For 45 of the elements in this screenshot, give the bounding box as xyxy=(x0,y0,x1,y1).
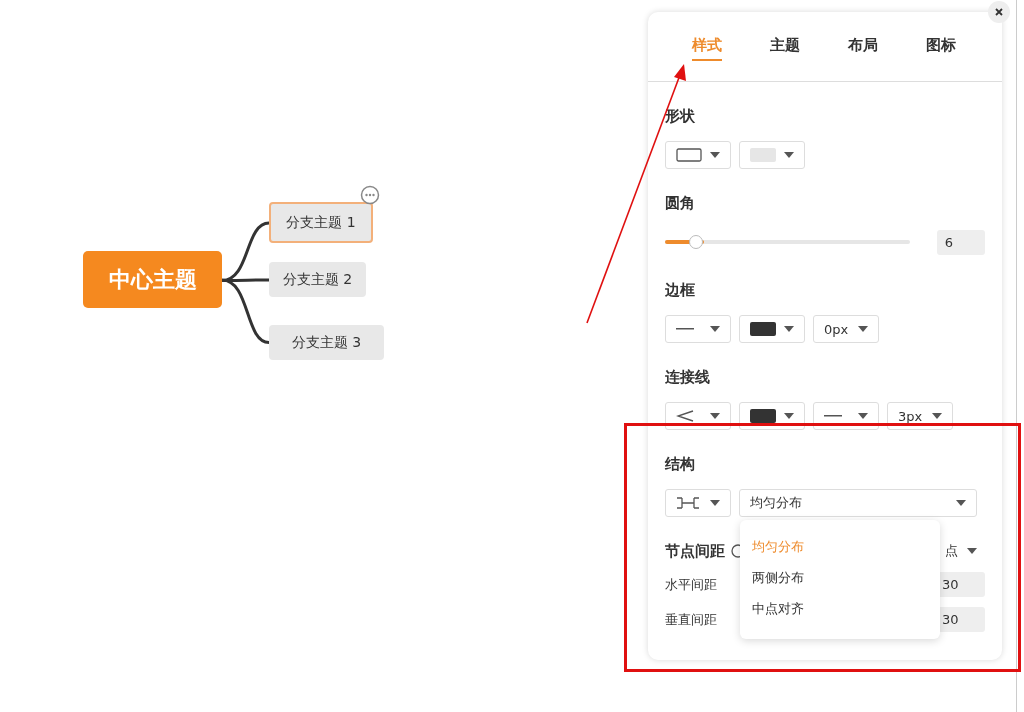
dropdown-select[interactable] xyxy=(739,315,805,343)
dropdown-select[interactable] xyxy=(813,402,879,430)
more-icon[interactable] xyxy=(360,185,380,205)
section-title: 边框 xyxy=(665,280,696,301)
dropdown-select[interactable] xyxy=(665,402,731,430)
caret-icon xyxy=(967,548,977,554)
tab[interactable]: 图标 xyxy=(926,36,956,61)
dropdown-select[interactable] xyxy=(665,315,731,343)
value-field[interactable]: 6 xyxy=(936,229,985,255)
close-icon xyxy=(995,8,1003,16)
caret-icon xyxy=(784,326,794,332)
dropdown-select[interactable]: 3px xyxy=(887,402,953,430)
branch-topic[interactable]: 分支主题 2 xyxy=(269,262,366,297)
dropdown-select[interactable]: 0px xyxy=(813,315,879,343)
solid-line-icon xyxy=(824,415,842,417)
field-label: 水平间距 xyxy=(665,575,717,594)
section-title: 圆角 xyxy=(665,193,696,214)
caret-icon xyxy=(710,152,720,158)
section-title: 结构 xyxy=(665,454,696,475)
section-title: 节点间距 xyxy=(665,541,725,562)
caret-icon xyxy=(858,326,868,332)
branch-topic[interactable]: 分支主题 3 xyxy=(269,325,384,360)
section-title: 形状 xyxy=(665,106,696,127)
caret-icon xyxy=(858,413,868,419)
caret-icon xyxy=(956,500,966,506)
caret-icon xyxy=(710,500,720,506)
branch-line-icon xyxy=(676,410,694,422)
tab[interactable]: 主题 xyxy=(770,36,800,61)
branch-topic[interactable]: 分支主题 1 xyxy=(269,202,373,243)
caret-icon xyxy=(710,413,720,419)
rectangle-shape-icon xyxy=(676,148,702,162)
option-label[interactable]: 点 xyxy=(945,542,958,560)
caret-icon xyxy=(932,413,942,419)
caret-icon xyxy=(784,152,794,158)
field-label: 垂直间距 xyxy=(665,610,717,629)
caret-icon xyxy=(710,326,720,332)
dropdown-select[interactable] xyxy=(739,402,805,430)
slider-handle[interactable] xyxy=(689,235,704,249)
caret-icon xyxy=(784,413,794,419)
section-title: 连接线 xyxy=(665,367,711,388)
close-button[interactable] xyxy=(988,1,1010,23)
structure-icon xyxy=(676,497,700,509)
solid-line-icon xyxy=(676,328,694,330)
tab[interactable]: 布局 xyxy=(848,36,878,61)
dropdown-select[interactable]: 均匀分布 xyxy=(739,489,977,517)
